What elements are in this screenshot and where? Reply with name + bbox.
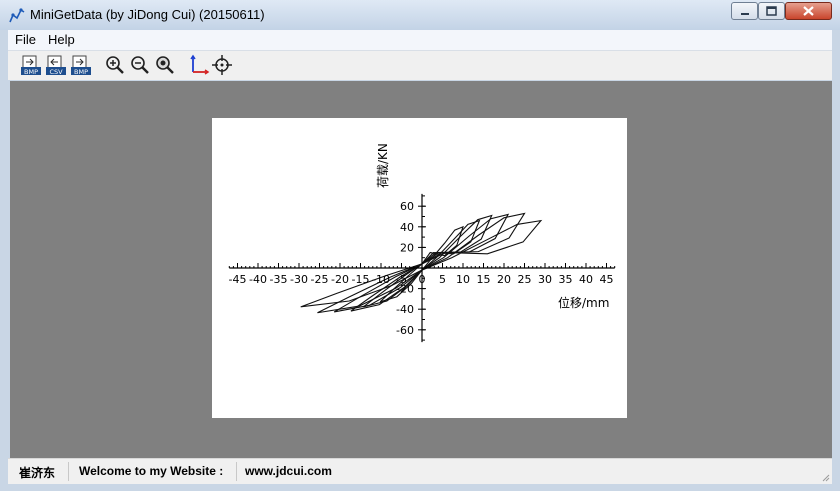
status-welcome: Welcome to my Website :: [79, 464, 224, 478]
y-tick-label: 20: [400, 241, 414, 254]
open-bmp-button[interactable]: BMP: [20, 54, 42, 76]
x-axis-label: 位移/mm: [558, 295, 609, 310]
svg-text:BMP: BMP: [24, 68, 38, 76]
x-tick-label: -30: [290, 273, 308, 286]
status-separator: [236, 462, 237, 481]
minimize-icon: [741, 13, 749, 15]
y-tick-label: -60: [396, 324, 414, 337]
y-tick-label: 60: [400, 200, 414, 213]
status-bar: 崔济东 Welcome to my Website : www.jdcui.co…: [8, 458, 832, 484]
hysteresis-loop: [317, 212, 526, 314]
app-icon: [9, 8, 25, 23]
x-tick-label: -20: [331, 273, 349, 286]
image-canvas[interactable]: -45 -40 -35 -30 -25 -20 -15 -10 -5 0 5 10 15 20 25 30 35…: [10, 81, 832, 458]
status-separator: [68, 462, 69, 481]
export-csv-button[interactable]: CSV: [45, 54, 67, 76]
status-website: www.jdcui.com: [245, 464, 332, 478]
toolbar: BMP CSV BMP: [8, 51, 832, 80]
menu-file[interactable]: File: [15, 32, 36, 47]
app-window: MiniGetData (by JiDong Cui) (20150611) F…: [0, 0, 840, 491]
svg-text:CSV: CSV: [49, 68, 63, 76]
minimize-button[interactable]: [731, 2, 758, 20]
hysteresis-loop: [300, 219, 543, 308]
x-tick-label: 30: [538, 273, 552, 286]
x-tick-label: 20: [497, 273, 511, 286]
x-tick-label: 10: [456, 273, 470, 286]
zoom-in-button[interactable]: [104, 54, 126, 76]
set-axes-button[interactable]: [188, 54, 210, 76]
window-title: MiniGetData (by JiDong Cui) (20150611): [30, 7, 265, 22]
x-tick-label: -15: [352, 273, 370, 286]
zoom-fit-button[interactable]: [154, 54, 176, 76]
x-tick-label: -25: [311, 273, 329, 286]
y-axis-label: 荷载/KN: [376, 143, 390, 188]
x-tick-label: -40: [249, 273, 267, 286]
x-tick-label: 5: [439, 273, 446, 286]
x-tick-label: -45: [229, 273, 247, 286]
y-tick-label: -20: [396, 283, 414, 296]
close-button[interactable]: [785, 2, 832, 20]
maximize-button[interactable]: [758, 2, 785, 20]
hysteresis-curves: [300, 212, 543, 314]
close-icon: [803, 6, 814, 16]
y-tick-label: -40: [396, 303, 414, 316]
x-tick-label: 45: [600, 273, 614, 286]
maximize-icon: [766, 6, 777, 16]
title-bar[interactable]: MiniGetData (by JiDong Cui) (20150611): [0, 0, 840, 30]
hysteresis-loop: [350, 214, 493, 312]
save-bmp-button[interactable]: BMP: [70, 54, 92, 76]
x-tick-label: -10: [372, 273, 390, 286]
pick-point-button[interactable]: [211, 54, 233, 76]
x-tick-label: -35: [270, 273, 288, 286]
zoom-out-button[interactable]: [129, 54, 151, 76]
menu-help[interactable]: Help: [48, 32, 75, 47]
menu-bar: File Help: [8, 30, 832, 51]
svg-text:BMP: BMP: [74, 68, 88, 76]
resize-grip-icon[interactable]: [820, 472, 830, 482]
x-tick-label: 35: [559, 273, 573, 286]
x-tick-label: 0: [419, 273, 426, 286]
x-tick-label: 15: [477, 273, 491, 286]
y-tick-label: 40: [400, 221, 414, 234]
loaded-plot-image[interactable]: -45 -40 -35 -30 -25 -20 -15 -10 -5 0 5 10 15 20 25 30 35…: [212, 118, 627, 418]
hysteresis-plot: -45 -40 -35 -30 -25 -20 -15 -10 -5 0 5 10 15 20 25 30 35…: [229, 143, 616, 343]
x-tick-label: 40: [579, 273, 593, 286]
status-author: 崔济东: [19, 466, 56, 480]
x-tick-label: 25: [518, 273, 532, 286]
